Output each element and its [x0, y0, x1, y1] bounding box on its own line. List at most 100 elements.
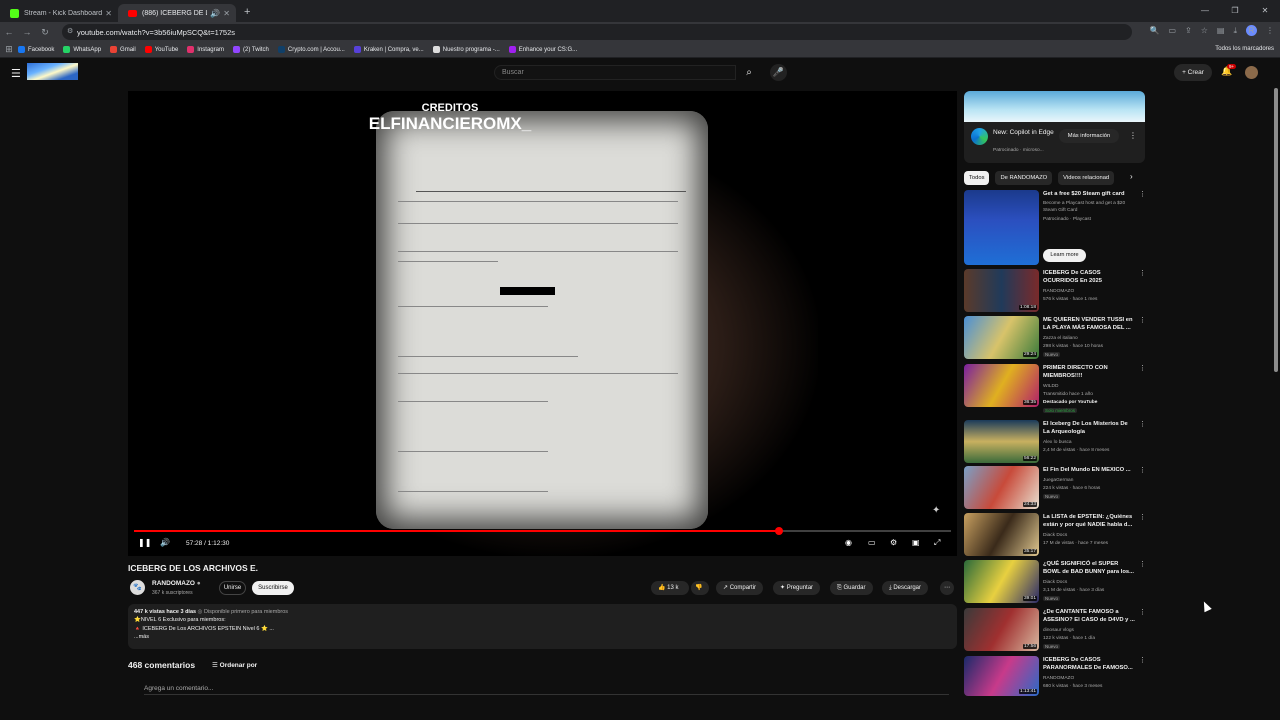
profile-avatar[interactable]: R: [1246, 25, 1257, 36]
more-link[interactable]: ...más: [134, 633, 951, 641]
channel-name[interactable]: dinosaur vlogs: [1043, 627, 1074, 634]
menu-icon[interactable]: ⋮: [1139, 364, 1146, 372]
description-box[interactable]: 447 k vistas hace 3 días ◎ Disponible pr…: [128, 604, 957, 649]
comment-input[interactable]: Agrega un comentario...: [144, 685, 949, 695]
zoom-icon[interactable]: 🔍: [1149, 26, 1159, 35]
reload-icon[interactable]: ↻: [36, 27, 54, 38]
forward-icon[interactable]: →: [18, 27, 36, 37]
create-button[interactable]: + Crear: [1174, 64, 1212, 81]
settings-icon[interactable]: ⚙: [890, 538, 897, 547]
sidepanel-icon[interactable]: ▤: [1217, 26, 1225, 35]
back-icon[interactable]: ←: [0, 27, 18, 37]
maximize-icon[interactable]: ❐: [1220, 6, 1250, 15]
channel-name[interactable]: JuegaGerman: [1043, 477, 1073, 484]
menu-icon[interactable]: ⋮: [1266, 26, 1274, 35]
video-title[interactable]: ICEBERG De CASOS OCURRIDOS En 2025: [1043, 269, 1135, 285]
bookmark-youtube[interactable]: YouTube: [144, 46, 178, 53]
bookmark-facebook[interactable]: Facebook: [18, 46, 54, 53]
bookmark-kraken[interactable]: Kraken | Compra, ve...: [353, 46, 424, 53]
bookmark-twitch[interactable]: (2) Twitch: [232, 46, 269, 53]
channel-name[interactable]: Diack Docs: [1043, 579, 1067, 586]
channel-name[interactable]: RANDOMAZO ●: [152, 580, 201, 587]
pause-icon[interactable]: ❚❚: [138, 538, 151, 547]
tab-kick[interactable]: Stream - Kick Dashboard ✕: [0, 4, 118, 22]
close-icon[interactable]: ✕: [223, 9, 230, 18]
tab-youtube[interactable]: (886) ICEBERG DE LOS ARC🔊✕: [118, 4, 236, 22]
save-button[interactable]: ⎘ Guardar: [830, 581, 873, 595]
menu-icon[interactable]: ⋮: [1139, 316, 1146, 324]
bookmark-csgo[interactable]: Enhance your CS:G...: [508, 46, 577, 53]
channel-name[interactable]: Diack Docs: [1043, 532, 1067, 539]
bookmark-gmail[interactable]: Gmail: [110, 46, 136, 53]
search-icon[interactable]: ⌕: [738, 65, 760, 80]
menu-icon[interactable]: ⋮: [1139, 269, 1146, 277]
channel-name[interactable]: RANDOMAZO: [1043, 288, 1074, 295]
video-thumbnail[interactable]: 17:56: [964, 608, 1039, 651]
fullscreen-icon[interactable]: ⤢: [934, 538, 940, 548]
video-thumbnail[interactable]: 56:22: [964, 420, 1039, 463]
video-thumbnail[interactable]: 35:17: [964, 513, 1039, 556]
video-thumbnail[interactable]: 36:35: [964, 364, 1039, 407]
search-input[interactable]: Buscar: [494, 65, 736, 80]
menu-icon[interactable]: ⋮: [1139, 466, 1146, 474]
avatar[interactable]: [1245, 66, 1258, 79]
volume-icon[interactable]: 🔊: [160, 538, 170, 547]
bookmark-crypto[interactable]: Crypto.com | Accou...: [277, 46, 345, 53]
chip-channel[interactable]: De RANDOMAZO: [995, 171, 1053, 185]
menu-icon[interactable]: ⋮: [1139, 656, 1146, 664]
share-icon[interactable]: ⇪: [1185, 26, 1192, 35]
subscribe-button[interactable]: Suscribirse: [252, 581, 294, 595]
share-button[interactable]: ↗ Compartir: [716, 581, 764, 595]
like-button[interactable]: 👍 13 k: [651, 581, 689, 595]
learn-more-button[interactable]: Learn more: [1043, 249, 1086, 262]
channel-name[interactable]: Zazza el italiano: [1043, 335, 1078, 342]
bookmark-instagram[interactable]: Instagram: [187, 46, 224, 53]
menu-icon[interactable]: ⋮: [1139, 608, 1146, 616]
video-title[interactable]: El Iceberg De Los Misterios De La Arqueo…: [1043, 420, 1135, 436]
video-title[interactable]: ¿QUÉ SIGNIFICÓ el SUPER BOWL de BAD BUNN…: [1043, 560, 1135, 576]
video-thumbnail[interactable]: 24:33: [964, 466, 1039, 509]
video-title[interactable]: PRIMER DIRECTO CON MIEMBROS!!!!: [1043, 364, 1135, 380]
autoplay-toggle-icon[interactable]: ◉: [845, 538, 852, 547]
chevron-right-icon[interactable]: ›: [1130, 172, 1133, 181]
video-thumbnail[interactable]: [964, 190, 1039, 265]
subtitles-icon[interactable]: ▭: [868, 538, 876, 547]
channel-avatar[interactable]: 🐾: [130, 580, 145, 595]
download-button[interactable]: ⤓ Descargar: [882, 581, 929, 595]
speaker-icon[interactable]: 🔊: [210, 9, 220, 18]
dislike-button[interactable]: 👎: [691, 581, 709, 595]
video-title[interactable]: La LISTA de EPSTEIN: ¿Quiénes están y po…: [1043, 513, 1135, 529]
close-window-icon[interactable]: ✕: [1250, 6, 1280, 15]
join-button[interactable]: Unirse: [219, 581, 246, 595]
video-thumbnail[interactable]: 1:08:18: [964, 269, 1039, 312]
more-actions-icon[interactable]: ⋯: [940, 581, 954, 595]
video-title[interactable]: ME QUIEREN VENDER TUSSI en LA PLAYA MÁS …: [1043, 316, 1135, 332]
all-bookmarks[interactable]: Todos los marcadores: [1215, 46, 1274, 52]
minimize-icon[interactable]: —: [1190, 6, 1220, 15]
new-tab-button[interactable]: +: [244, 6, 250, 18]
bookmark-programa[interactable]: Nuestro programa -...: [432, 46, 500, 53]
menu-icon[interactable]: ⋮: [1139, 513, 1146, 521]
channel-name[interactable]: WILDD: [1043, 383, 1058, 390]
address-bar[interactable]: ⚙ youtube.com/watch?v=3b56iuMpSCQ&t=1752s: [62, 24, 1132, 40]
bookmark-star-icon[interactable]: ☆: [1201, 26, 1208, 35]
video-title[interactable]: El Fin Del Mundo EN MEXICO ...: [1043, 466, 1135, 474]
menu-icon[interactable]: ⋮: [1139, 420, 1146, 428]
page-scrollbar[interactable]: [1274, 88, 1278, 372]
close-icon[interactable]: ✕: [105, 9, 112, 18]
miniplayer-icon[interactable]: ▣: [912, 538, 920, 547]
sort-button[interactable]: ☰ Ordenar por: [212, 661, 257, 669]
sidebar-ad[interactable]: [964, 91, 1145, 163]
channel-name[interactable]: Alex lo busca: [1043, 439, 1072, 446]
ask-button[interactable]: ✦ Preguntar: [773, 581, 821, 595]
ad-menu-icon[interactable]: ⋮: [1129, 131, 1137, 140]
video-thumbnail[interactable]: 39:01: [964, 560, 1039, 603]
chip-todos[interactable]: Todos: [964, 171, 990, 185]
video-thumbnail[interactable]: 1:13:41: [964, 656, 1039, 696]
menu-icon[interactable]: ⋮: [1139, 560, 1146, 568]
hamburger-menu-icon[interactable]: ☰: [11, 67, 21, 80]
channel-name[interactable]: RANDOMAZO: [1043, 675, 1074, 682]
apps-icon[interactable]: ⊞: [0, 44, 18, 55]
channel-logo[interactable]: [27, 63, 78, 80]
site-info-icon[interactable]: ⚙: [67, 27, 73, 35]
